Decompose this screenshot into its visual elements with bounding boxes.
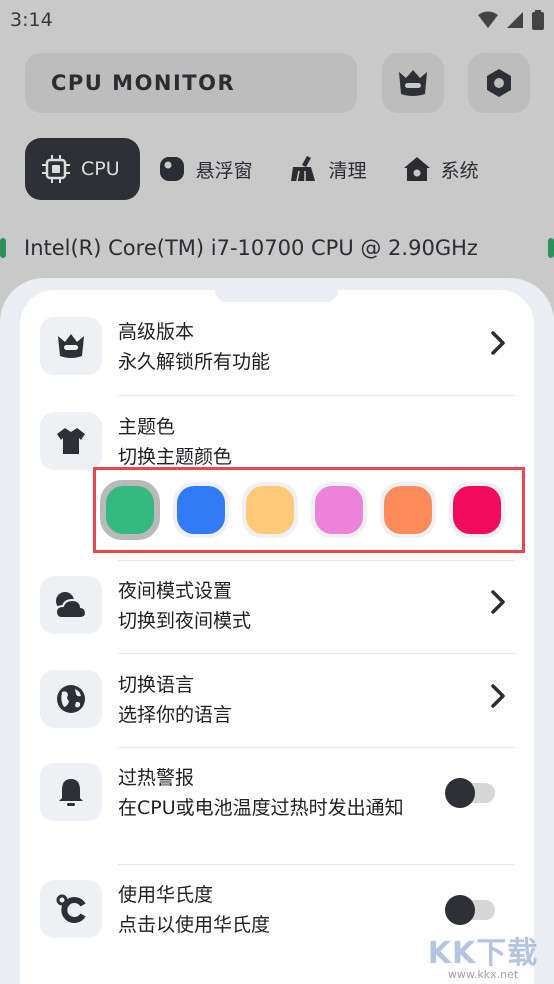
premium-row[interactable]: 高级版本 永久解锁所有功能 xyxy=(40,317,515,377)
theme-subtitle: 切换主题颜色 xyxy=(118,446,233,468)
chevron-right-icon xyxy=(491,684,505,708)
chevron-right-icon xyxy=(491,590,505,614)
language-title: 切换语言 xyxy=(118,674,195,696)
theme-color-option[interactable] xyxy=(173,482,229,538)
divider xyxy=(118,747,515,748)
battery-icon xyxy=(532,10,544,30)
theme-icon-box xyxy=(40,412,102,470)
night-mode-icon-box xyxy=(40,576,102,634)
color-swatch xyxy=(384,486,432,534)
cpu-model: Intel(R) Core(TM) i7-10700 CPU @ 2.90GHz xyxy=(24,236,478,260)
premium-icon-box xyxy=(40,317,102,375)
tab-bar: CPU 悬浮窗 清理 系统 xyxy=(0,138,554,200)
divider xyxy=(118,395,515,396)
floating-window-icon xyxy=(159,157,184,181)
cloud-moon-icon xyxy=(54,592,88,619)
color-swatch xyxy=(246,486,294,534)
chip-icon xyxy=(42,155,70,183)
tab-label: 悬浮窗 xyxy=(195,159,253,182)
color-swatch xyxy=(315,486,363,534)
night-mode-subtitle: 切换到夜间模式 xyxy=(118,610,252,632)
fahrenheit-toggle[interactable] xyxy=(445,895,495,925)
night-mode-title: 夜间模式设置 xyxy=(118,580,233,602)
color-swatch xyxy=(453,486,501,534)
watermark: KK下载 www.kkx.net xyxy=(420,928,546,984)
toggle-knob xyxy=(445,895,475,925)
app-title: CPU MONITOR xyxy=(25,53,357,113)
premium-button[interactable] xyxy=(382,53,444,113)
language-icon-box xyxy=(40,670,102,728)
status-bar: 3:14 xyxy=(0,0,554,40)
color-swatch xyxy=(177,486,225,534)
settings-button[interactable] xyxy=(468,53,530,113)
fahrenheit-icon xyxy=(56,894,86,923)
theme-color-option[interactable] xyxy=(100,480,160,540)
language-row[interactable]: 切换语言 选择你的语言 xyxy=(40,670,515,730)
bell-icon xyxy=(59,779,83,806)
divider xyxy=(118,864,515,865)
signal-icon xyxy=(507,12,523,28)
divider xyxy=(118,560,515,561)
color-swatch xyxy=(106,486,154,534)
tab-system[interactable]: 系统 xyxy=(385,138,497,200)
fahrenheit-subtitle: 点击以使用华氏度 xyxy=(118,914,271,936)
premium-subtitle: 永久解锁所有功能 xyxy=(118,351,271,373)
status-time: 3:14 xyxy=(10,9,53,31)
theme-color-option[interactable] xyxy=(449,482,505,538)
overheat-row: 过热警报 在CPU或电池温度过热时发出通知 xyxy=(40,763,515,823)
language-subtitle: 选择你的语言 xyxy=(118,704,233,726)
crown-icon xyxy=(399,70,427,96)
sheet-handle[interactable] xyxy=(215,278,338,302)
theme-color-option[interactable] xyxy=(242,482,298,538)
tab-label: 清理 xyxy=(328,159,367,182)
fahrenheit-title: 使用华氏度 xyxy=(118,884,214,906)
theme-title: 主题色 xyxy=(118,416,176,438)
watermark-logo: KK下载 xyxy=(427,936,539,971)
cpu-indicator xyxy=(0,238,6,258)
fahrenheit-icon-box xyxy=(40,880,102,938)
home-icon xyxy=(403,157,430,181)
tab-clean[interactable]: 清理 xyxy=(271,138,385,200)
theme-row: 主题色 切换主题颜色 xyxy=(40,412,515,472)
chevron-right-icon xyxy=(491,331,505,355)
overheat-subtitle: 在CPU或电池温度过热时发出通知 xyxy=(118,797,404,819)
status-icons xyxy=(478,10,544,30)
broom-icon xyxy=(290,156,315,182)
settings-icon xyxy=(487,69,511,97)
cpu-info-bar: Intel(R) Core(TM) i7-10700 CPU @ 2.90GHz xyxy=(0,228,554,268)
overheat-toggle[interactable] xyxy=(445,778,495,808)
theme-color-option[interactable] xyxy=(311,482,367,538)
theme-color-picker xyxy=(100,472,518,548)
overheat-title: 过热警报 xyxy=(118,767,195,789)
tab-label: CPU xyxy=(81,158,120,180)
premium-title: 高级版本 xyxy=(118,321,195,343)
tab-floating-window[interactable]: 悬浮窗 xyxy=(140,138,271,200)
night-mode-row[interactable]: 夜间模式设置 切换到夜间模式 xyxy=(40,576,515,636)
toggle-knob xyxy=(445,778,475,808)
tab-cpu[interactable]: CPU xyxy=(25,138,140,200)
divider xyxy=(118,653,515,654)
wifi-icon xyxy=(478,11,498,28)
cpu-indicator-right xyxy=(548,238,554,258)
shirt-icon xyxy=(57,428,85,454)
crown-icon xyxy=(58,334,84,358)
theme-color-option[interactable] xyxy=(380,482,436,538)
overheat-icon-box xyxy=(40,763,102,821)
globe-icon xyxy=(57,685,85,713)
tab-label: 系统 xyxy=(440,159,479,182)
